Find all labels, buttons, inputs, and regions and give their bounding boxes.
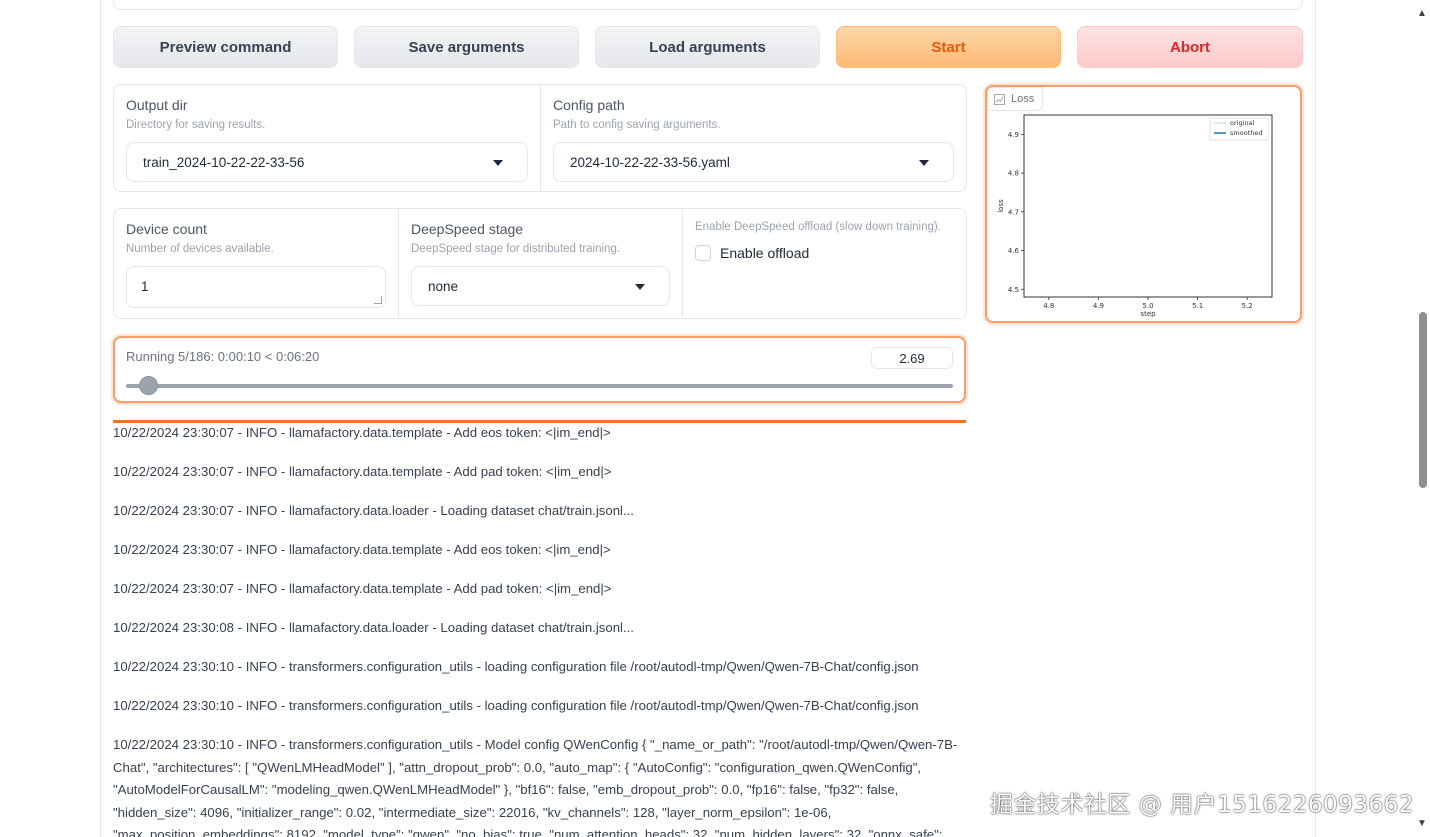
abort-button[interactable]: Abort bbox=[1077, 26, 1303, 68]
device-deepspeed-row: Device count Number of devices available… bbox=[113, 208, 967, 319]
device-count-value: 1 bbox=[141, 279, 149, 294]
y-tick-label: 4.6 bbox=[1008, 247, 1020, 255]
deepspeed-stage-label: DeepSpeed stage bbox=[411, 221, 524, 237]
x-tick-label: 4.9 bbox=[1093, 302, 1104, 310]
offload-label: Enable offload bbox=[720, 245, 810, 261]
output-dir-block: Output dir Directory for saving results.… bbox=[114, 85, 540, 191]
offload-block: Enable DeepSpeed offload (slow down trai… bbox=[682, 209, 966, 318]
preview-command-button[interactable]: Preview command bbox=[113, 26, 338, 68]
progress-label: Running 5/186: 0:00:10 < 0:06:20 bbox=[126, 349, 320, 364]
progress-value: 2.69 bbox=[899, 350, 925, 366]
config-path-block: Config path Path to config saving argume… bbox=[540, 85, 966, 191]
collapsed-panel-edge bbox=[113, 0, 1303, 10]
log-line: 10/22/2024 23:30:07 - INFO - llamafactor… bbox=[113, 464, 612, 479]
y-axis-label: loss bbox=[997, 199, 1005, 213]
device-count-input[interactable]: 1 bbox=[126, 266, 386, 308]
chevron-down-icon bbox=[919, 160, 929, 166]
chevron-down-icon bbox=[635, 284, 645, 290]
log-line: 10/22/2024 23:30:07 - INFO - llamafactor… bbox=[113, 425, 611, 440]
page-scrollbar-thumb[interactable] bbox=[1419, 312, 1427, 488]
log-line: 10/22/2024 23:30:10 - INFO - transformer… bbox=[113, 737, 958, 837]
device-count-label: Device count bbox=[126, 221, 207, 237]
progress-number-input[interactable]: 2.69 bbox=[871, 347, 953, 369]
y-tick-label: 4.5 bbox=[1008, 286, 1019, 294]
output-config-row: Output dir Directory for saving results.… bbox=[113, 84, 967, 192]
loss-plot-label: Loss bbox=[1011, 93, 1035, 105]
deepspeed-stage-info: DeepSpeed stage for distributed training… bbox=[411, 243, 621, 255]
output-dir-dropdown[interactable]: train_2024-10-22-22-33-56 bbox=[126, 142, 528, 182]
offload-checkbox[interactable] bbox=[695, 245, 711, 261]
log-line: 10/22/2024 23:30:10 - INFO - transformer… bbox=[113, 698, 919, 713]
progress-slider-panel: Running 5/186: 0:00:10 < 0:06:20 2.69 bbox=[113, 336, 966, 403]
device-count-block: Device count Number of devices available… bbox=[114, 209, 398, 318]
log-line: 10/22/2024 23:30:07 - INFO - llamafactor… bbox=[113, 542, 611, 557]
x-tick-label: 4.8 bbox=[1043, 302, 1054, 310]
y-tick-label: 4.9 bbox=[1008, 131, 1019, 139]
log-line: 10/22/2024 23:30:07 - INFO - llamafactor… bbox=[113, 581, 612, 596]
resize-handle-icon[interactable] bbox=[374, 296, 382, 304]
y-tick-label: 4.7 bbox=[1008, 208, 1019, 216]
plot-area bbox=[1023, 114, 1273, 298]
watermark: 掘金技术社区 @ 用户1516226093662 bbox=[990, 792, 1414, 818]
start-button[interactable]: Start bbox=[836, 26, 1061, 68]
chart-icon bbox=[994, 93, 1005, 105]
log-line: 10/22/2024 23:30:07 - INFO - llamafactor… bbox=[113, 503, 634, 518]
log-line: 10/22/2024 23:30:10 - INFO - transformer… bbox=[113, 659, 919, 674]
legend-label-smoothed: smoothed bbox=[1230, 129, 1262, 137]
deepspeed-stage-value: none bbox=[428, 278, 459, 294]
output-log: 10/22/2024 23:30:07 - INFO - llamafactor… bbox=[113, 422, 971, 837]
config-path-info: Path to config saving arguments. bbox=[553, 119, 721, 131]
progress-slider-track[interactable] bbox=[126, 376, 953, 395]
progress-slider-thumb[interactable] bbox=[139, 376, 159, 395]
config-path-label: Config path bbox=[553, 97, 625, 113]
scroll-down-arrow-icon[interactable]: ▼ bbox=[1417, 818, 1427, 829]
x-tick-label: 5.1 bbox=[1192, 302, 1203, 310]
log-line: 10/22/2024 23:30:08 - INFO - llamafactor… bbox=[113, 620, 634, 635]
x-tick-label: 5.0 bbox=[1142, 302, 1153, 310]
config-path-value: 2024-10-22-22-33-56.yaml bbox=[570, 154, 730, 170]
x-axis-label: step bbox=[1140, 310, 1156, 318]
deepspeed-stage-dropdown[interactable]: none bbox=[411, 266, 670, 306]
output-dir-info: Directory for saving results. bbox=[126, 119, 266, 131]
config-path-dropdown[interactable]: 2024-10-22-22-33-56.yaml bbox=[553, 142, 954, 182]
loss-plot-panel: Loss 4.8 4.9 5.0 5.1 5.2 4.5 4.6 4.7 4.8 4.9 step l… bbox=[985, 85, 1302, 323]
output-dir-label: Output dir bbox=[126, 97, 188, 113]
loss-chart: 4.8 4.9 5.0 5.1 5.2 4.5 4.6 4.7 4.8 4.9 step loss or… bbox=[997, 114, 1273, 318]
x-tick-label: 5.2 bbox=[1242, 302, 1253, 310]
output-dir-value: train_2024-10-22-22-33-56 bbox=[143, 154, 305, 170]
y-tick-label: 4.8 bbox=[1008, 170, 1019, 178]
scroll-up-arrow-icon[interactable]: ▲ bbox=[1417, 8, 1427, 19]
legend-label-original: original bbox=[1230, 119, 1254, 127]
save-arguments-button[interactable]: Save arguments bbox=[354, 26, 579, 68]
deepspeed-stage-block: DeepSpeed stage DeepSpeed stage for dist… bbox=[398, 209, 682, 318]
offload-checkbox-row[interactable]: Enable offload bbox=[695, 245, 954, 261]
chevron-down-icon bbox=[493, 160, 503, 166]
load-arguments-button[interactable]: Load arguments bbox=[595, 26, 820, 68]
offload-info: Enable DeepSpeed offload (slow down trai… bbox=[695, 221, 941, 233]
loss-plot-tab: Loss bbox=[987, 87, 1044, 111]
device-count-info: Number of devices available. bbox=[126, 243, 274, 255]
